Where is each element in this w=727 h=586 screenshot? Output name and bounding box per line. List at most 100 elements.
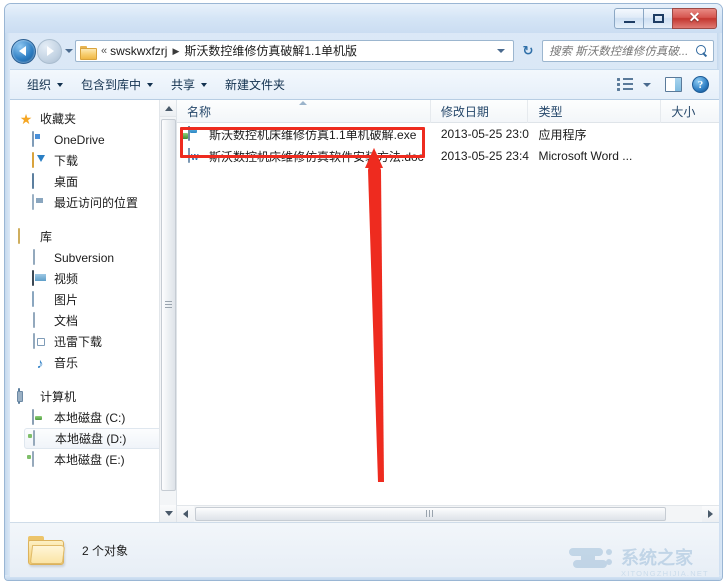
sidebar-item-computer[interactable]: 计算机 — [10, 386, 176, 407]
toolbar-right-group: ? — [617, 76, 719, 93]
navigation-list: ★ 收藏夹 OneDrive 下载 桌面 最近访问的位置 库 Subversio… — [10, 100, 176, 470]
file-name-cell[interactable]: 斯沃数控机床维修仿真软件安装方法.doc — [177, 147, 431, 165]
sidebar-item-drive-d[interactable]: 本地磁盘 (D:) — [24, 428, 170, 449]
command-toolbar: 组织 包含到库中 共享 新建文件夹 ? — [10, 69, 719, 100]
column-header-type[interactable]: 类型 — [528, 100, 662, 123]
recent-locations-button[interactable] — [62, 40, 75, 62]
address-bar[interactable]: « swskwxfzrj ▶ 斯沃数控维修仿真破解1.1单机版 — [75, 40, 514, 62]
address-bar-row: « swskwxfzrj ▶ 斯沃数控维修仿真破解1.1单机版 ↻ 搜索 斯沃数… — [5, 33, 722, 69]
desktop-icon — [32, 172, 48, 190]
sidebar-item-onedrive[interactable]: OneDrive — [10, 129, 176, 150]
file-date-cell: 2013-05-25 23:47 — [440, 149, 529, 163]
horizontal-scrollbar[interactable] — [177, 505, 719, 522]
scrollbar-track[interactable] — [194, 506, 702, 523]
scroll-right-button[interactable] — [702, 505, 719, 522]
refresh-button[interactable]: ↻ — [517, 40, 539, 62]
search-input[interactable]: 搜索 斯沃数控维修仿真破... — [549, 43, 696, 59]
title-bar: ✕ — [5, 4, 722, 33]
sidebar-item-libraries[interactable]: 库 — [10, 226, 176, 247]
status-bar-text: 2 个对象 — [82, 543, 129, 558]
application-icon — [188, 125, 204, 142]
file-type-cell: 应用程序 — [538, 127, 587, 142]
sidebar-item-xunlei-downloads[interactable]: 迅雷下载 — [10, 331, 176, 352]
file-name-cell[interactable]: 斯沃数控机床维修仿真1.1单机破解.exe — [177, 125, 431, 143]
minimize-button[interactable] — [614, 8, 643, 29]
column-label: 大小 — [671, 104, 696, 119]
folder-icon — [80, 45, 97, 60]
file-name-label: 斯沃数控机床维修仿真软件安装方法.doc — [209, 149, 424, 164]
address-dropdown-button[interactable] — [489, 49, 510, 53]
sidebar-item-downloads[interactable]: 下载 — [10, 150, 176, 171]
chevron-down-icon — [643, 82, 651, 87]
sidebar-item-label: 文档 — [54, 314, 79, 328]
nav-group-libraries: 库 Subversion 视频 图片 文档 迅雷下载 ♪ 音乐 — [10, 226, 176, 373]
sidebar-item-pictures[interactable]: 图片 — [10, 289, 176, 310]
scrollbar-thumb[interactable] — [195, 506, 666, 521]
breadcrumb-item-current[interactable]: 斯沃数控维修仿真破解1.1单机版 — [183, 41, 358, 61]
sidebar-item-label: OneDrive — [54, 132, 105, 147]
scrollbar-grip — [426, 510, 435, 517]
sidebar-item-music[interactable]: ♪ 音乐 — [10, 352, 176, 373]
star-icon: ★ — [19, 110, 33, 127]
table-row[interactable]: 斯沃数控机床维修仿真1.1单机破解.exe 2013-05-25 23:02 应… — [177, 123, 719, 145]
scroll-left-button[interactable] — [177, 505, 194, 522]
sidebar-item-documents[interactable]: 文档 — [10, 310, 176, 331]
library-icon — [18, 227, 34, 245]
video-icon — [32, 269, 48, 287]
forward-button[interactable] — [37, 38, 62, 64]
column-header-size[interactable]: 大小 — [661, 100, 719, 123]
sidebar-item-label: 最近访问的位置 — [54, 196, 139, 210]
view-options-icon[interactable] — [617, 77, 634, 92]
sidebar-item-subversion[interactable]: Subversion — [10, 247, 176, 268]
maximize-button[interactable] — [643, 8, 672, 29]
search-icon — [696, 44, 709, 58]
close-button[interactable]: ✕ — [672, 8, 717, 29]
document-icon — [32, 311, 48, 329]
navigation-pane-scrollbar[interactable] — [159, 100, 176, 522]
toolbar-item-new-folder[interactable]: 新建文件夹 — [216, 73, 294, 97]
sidebar-item-videos[interactable]: 视频 — [10, 268, 176, 289]
chevron-down-icon — [57, 82, 64, 87]
help-glyph: ? — [697, 78, 704, 91]
breadcrumb-overflow-chevron[interactable]: « — [99, 45, 109, 57]
sidebar-item-favorites[interactable]: ★ 收藏夹 — [10, 108, 176, 129]
toolbar-label: 包含到库中 — [81, 78, 142, 92]
scrollbar-grip — [165, 300, 172, 310]
search-box[interactable]: 搜索 斯沃数控维修仿真破... — [542, 40, 714, 62]
toolbar-item-share[interactable]: 共享 — [162, 73, 216, 97]
column-header-date-modified[interactable]: 修改日期 — [431, 100, 529, 123]
sidebar-item-label: 库 — [40, 230, 53, 244]
view-icon-dots — [617, 78, 620, 93]
scroll-down-button[interactable] — [160, 505, 176, 522]
sidebar-item-desktop[interactable]: 桌面 — [10, 171, 176, 192]
help-icon[interactable]: ? — [692, 76, 709, 93]
scrollbar-thumb[interactable] — [161, 119, 176, 491]
sidebar-item-drive-c[interactable]: 本地磁盘 (C:) — [10, 407, 176, 428]
column-label: 名称 — [187, 104, 212, 119]
sidebar-item-label: 图片 — [54, 293, 79, 307]
toolbar-item-include-in-library[interactable]: 包含到库中 — [72, 73, 162, 97]
navigation-pane: ★ 收藏夹 OneDrive 下载 桌面 最近访问的位置 库 Subversio… — [10, 100, 176, 522]
back-arrow-icon — [19, 46, 26, 56]
toolbar-item-organize[interactable]: 组织 — [18, 73, 72, 97]
column-header-name[interactable]: 名称 — [177, 100, 431, 123]
back-button[interactable] — [11, 38, 36, 64]
preview-pane-icon[interactable] — [665, 77, 682, 92]
forward-arrow-icon — [47, 46, 54, 56]
chevron-down-icon — [164, 511, 173, 516]
file-date-cell: 2013-05-25 23:02 — [440, 127, 529, 141]
scroll-up-button[interactable] — [160, 100, 176, 117]
sidebar-item-drive-e[interactable]: 本地磁盘 (E:) — [10, 449, 176, 470]
document-icon — [32, 248, 48, 266]
sidebar-item-label: 本地磁盘 (E:) — [54, 453, 125, 467]
sidebar-item-label: 视频 — [54, 272, 79, 286]
breadcrumb-item-parent[interactable]: swskwxfzrj — [109, 41, 168, 61]
table-row[interactable]: 斯沃数控机床维修仿真软件安装方法.doc 2013-05-25 23:47 Mi… — [177, 145, 719, 167]
recent-places-icon — [32, 193, 48, 211]
view-options-dropdown-button[interactable] — [643, 82, 651, 87]
chevron-down-icon — [497, 49, 505, 53]
sidebar-item-recent-places[interactable]: 最近访问的位置 — [10, 192, 176, 213]
column-headers: 名称 修改日期 类型 大小 — [177, 100, 719, 123]
